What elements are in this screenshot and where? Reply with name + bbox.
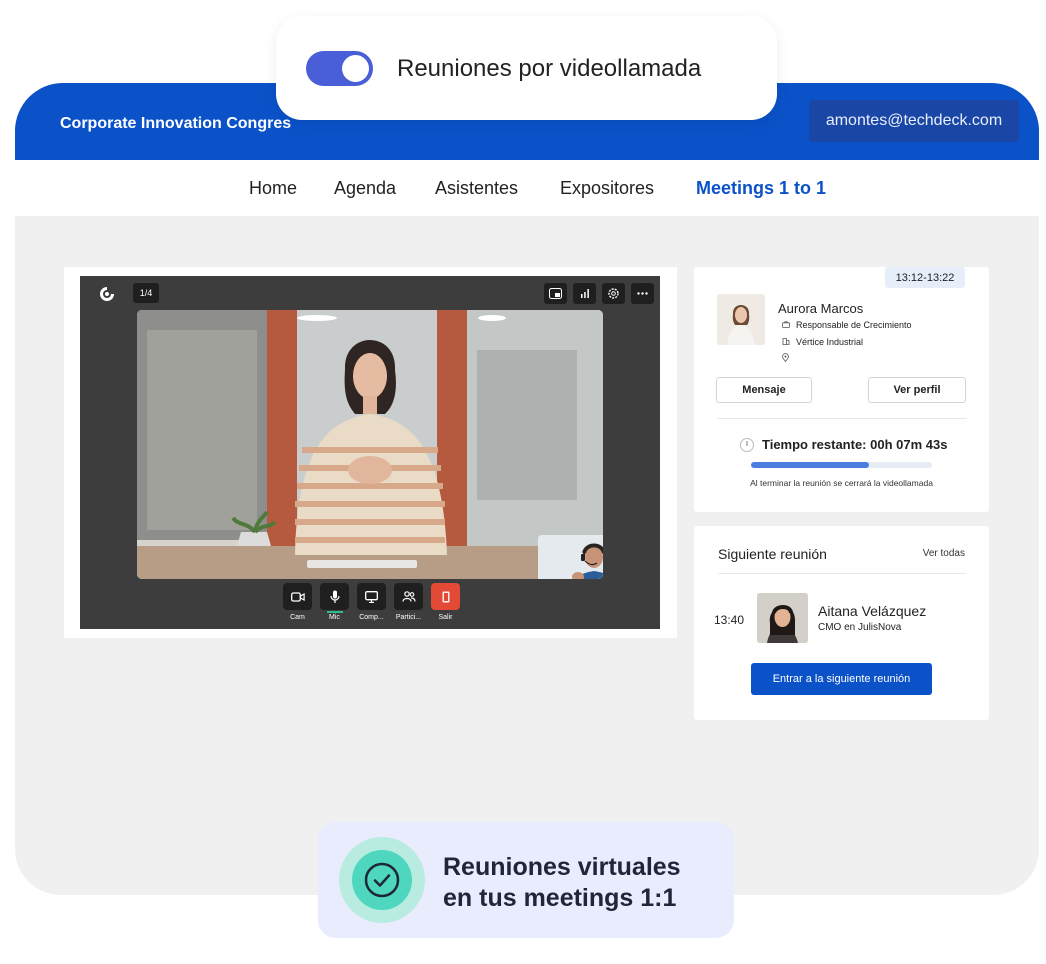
clock-icon xyxy=(740,437,754,452)
call-controls: Cam Mic Comp... Partici... Salir xyxy=(283,583,460,621)
layout-icon[interactable] xyxy=(544,283,567,304)
video-area: 1/4 Cam Mic Comp... Partici... Salir xyxy=(80,276,660,629)
next-meeting-time: 13:40 xyxy=(714,613,745,627)
call-end-note: Al terminar la reunión se cerrará la vid… xyxy=(750,478,933,488)
feature-badge: Reuniones virtuales en tus meetings 1:1 xyxy=(318,822,734,938)
mic-active-indicator xyxy=(326,611,343,613)
mic-control: Mic xyxy=(320,583,349,621)
briefcase-icon xyxy=(782,320,790,330)
mic-button[interactable] xyxy=(320,583,349,610)
event-app-window: Corporate Innovation Congres amontes@tec… xyxy=(15,83,1039,895)
camera-icon xyxy=(290,591,305,602)
camera-control: Cam xyxy=(283,583,312,621)
join-next-meeting-button[interactable]: Entrar a la siguiente reunión xyxy=(751,663,932,695)
main-nav: Home Agenda Asistentes Expositores Meeti… xyxy=(15,160,1039,216)
time-progress-bar xyxy=(751,462,932,468)
mic-label: Mic xyxy=(329,614,340,621)
time-remaining: Tiempo restante: 00h 07m 43s xyxy=(740,437,947,452)
contact-company-line: Vértice Industrial xyxy=(782,337,863,347)
building-icon xyxy=(782,337,790,347)
see-all-link[interactable]: Ver todas xyxy=(923,548,965,559)
divider xyxy=(718,573,966,574)
share-control: Comp... xyxy=(357,583,386,621)
stage: Corporate Innovation Congres amontes@tec… xyxy=(0,0,1046,964)
app-logo-icon xyxy=(98,285,116,303)
contact-location-line xyxy=(782,353,790,364)
camera-label: Cam xyxy=(290,614,305,621)
toggle-knob xyxy=(342,55,369,82)
view-profile-button[interactable]: Ver perfil xyxy=(868,377,966,403)
time-slot-badge: 13:12-13:22 xyxy=(885,267,965,288)
exit-door-icon xyxy=(442,591,449,602)
camera-button[interactable] xyxy=(283,583,312,610)
next-contact-name: Aitana Velázquez xyxy=(818,603,927,619)
main-participant-video xyxy=(137,310,603,579)
contact-role: Responsable de Crecimiento xyxy=(796,320,912,330)
feature-badge-line2: en tus meetings 1:1 xyxy=(443,884,677,912)
user-account-button[interactable]: amontes@techdeck.com xyxy=(809,100,1019,142)
video-call-toggle[interactable] xyxy=(306,51,373,86)
check-circle-icon xyxy=(352,850,412,910)
participants-button[interactable] xyxy=(394,583,423,610)
nav-item-home[interactable]: Home xyxy=(249,178,297,199)
divider xyxy=(717,418,967,419)
time-progress-fill xyxy=(751,462,869,468)
next-meeting-card: Siguiente reunión Ver todas 13:40 Aitana… xyxy=(694,526,989,720)
video-call-toggle-label: Reuniones por videollamada xyxy=(397,55,702,82)
leave-control: Salir xyxy=(431,583,460,621)
page-indicator: 1/4 xyxy=(133,283,159,303)
contact-role-line: Responsable de Crecimiento xyxy=(782,320,912,330)
nav-item-meetings[interactable]: Meetings 1 to 1 xyxy=(696,178,826,199)
next-contact-role: CMO en JulisNova xyxy=(818,622,902,633)
participants-icon xyxy=(401,591,416,602)
settings-gear-icon[interactable] xyxy=(602,283,625,304)
share-label: Comp... xyxy=(359,614,384,621)
current-meeting-card: 13:12-13:22 Aurora Marcos Responsable de… xyxy=(694,267,989,512)
video-call-toggle-card: Reuniones por videollamada xyxy=(276,16,777,120)
message-button[interactable]: Mensaje xyxy=(716,377,812,403)
nav-item-expositores[interactable]: Expositores xyxy=(560,178,654,199)
screen-share-icon xyxy=(365,590,378,603)
feature-badge-text: Reuniones virtuales en tus meetings 1:1 xyxy=(443,852,681,914)
event-title: Corporate Innovation Congres xyxy=(60,115,292,132)
participants-label: Partici... xyxy=(395,614,422,621)
next-meeting-title: Siguiente reunión xyxy=(718,546,827,562)
contact-name: Aurora Marcos xyxy=(778,301,864,316)
contact-company: Vértice Industrial xyxy=(796,337,864,347)
avatar xyxy=(717,294,765,345)
microphone-icon xyxy=(329,590,340,603)
self-view-video[interactable] xyxy=(538,535,603,579)
nav-item-asistentes[interactable]: Asistentes xyxy=(435,178,518,199)
check-badge xyxy=(339,837,425,923)
video-call-panel: 1/4 Cam Mic Comp... Partici... Salir xyxy=(64,267,677,638)
signal-icon[interactable] xyxy=(573,283,596,304)
leave-call-button[interactable] xyxy=(431,583,460,610)
time-remaining-text: Tiempo restante: 00h 07m 43s xyxy=(762,437,948,452)
leave-label: Salir xyxy=(438,614,453,621)
more-options-icon[interactable] xyxy=(631,283,654,304)
feature-badge-line1: Reuniones virtuales xyxy=(443,853,681,881)
avatar xyxy=(757,593,808,643)
participants-control: Partici... xyxy=(394,583,423,621)
location-pin-icon xyxy=(782,353,790,364)
share-screen-button[interactable] xyxy=(357,583,386,610)
nav-item-agenda[interactable]: Agenda xyxy=(334,178,396,199)
video-top-toolbar xyxy=(544,283,654,304)
